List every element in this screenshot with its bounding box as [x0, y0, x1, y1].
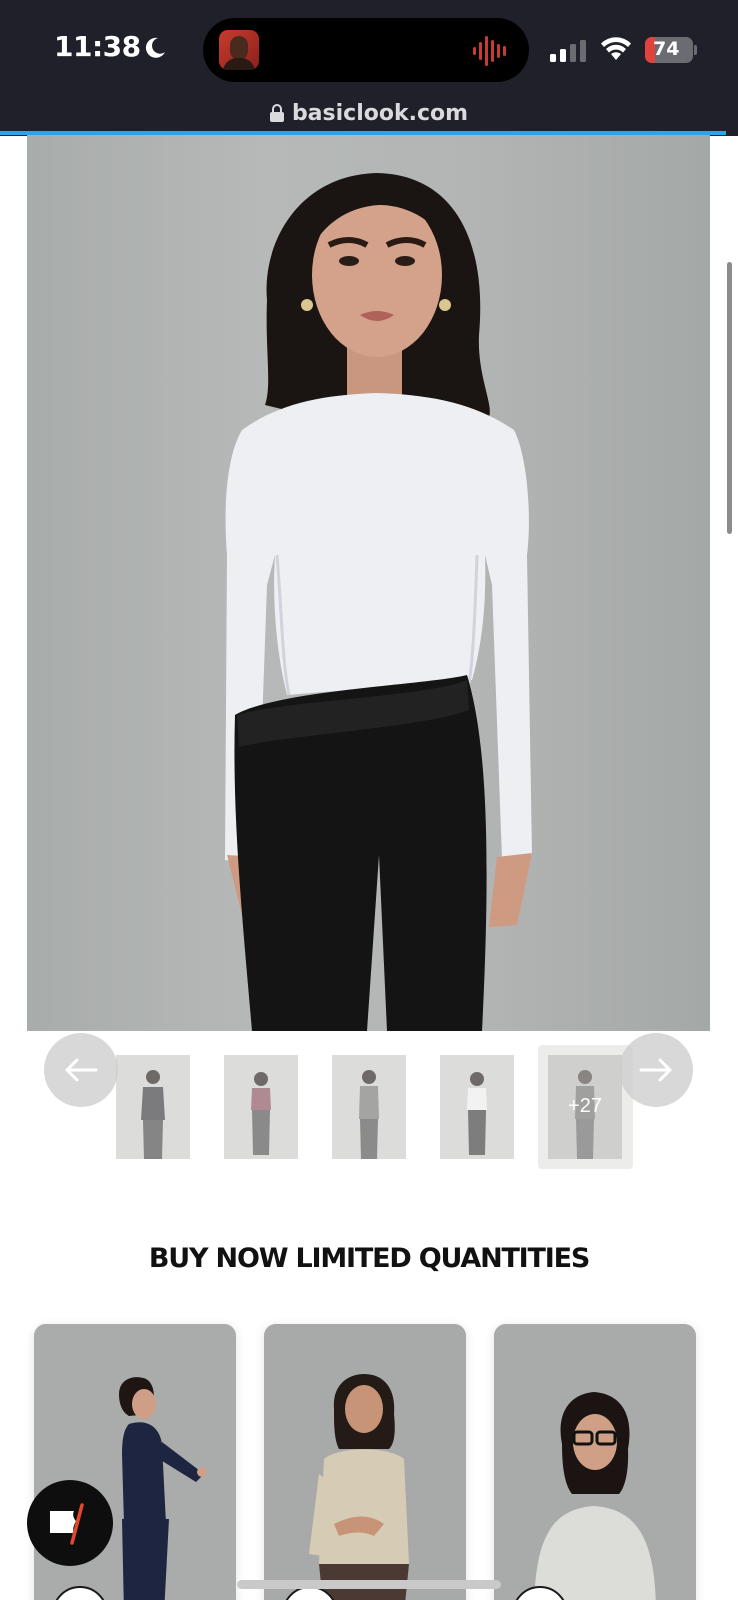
dynamic-island[interactable] — [203, 18, 529, 82]
address-bar[interactable]: basiclook.com — [0, 96, 738, 130]
thumbnail-1[interactable] — [116, 1055, 190, 1159]
section-title: BUY NOW LIMITED QUANTITIES — [148, 1243, 590, 1274]
product-image-2 — [264, 1324, 466, 1600]
url-text: basiclook.com — [291, 100, 469, 126]
chat-icon — [50, 1503, 84, 1545]
main-product-image[interactable] — [27, 135, 710, 1031]
status-time: 11:38 — [54, 30, 141, 63]
wifi-icon — [601, 37, 631, 60]
battery-level: 74 — [653, 38, 680, 60]
chat-button[interactable] — [27, 1480, 113, 1566]
more-images-count: +27 — [568, 1095, 602, 1117]
thumbnail-3[interactable] — [332, 1055, 406, 1159]
home-indicator[interactable] — [237, 1580, 501, 1589]
now-playing-artwork — [219, 30, 259, 70]
thumbnail-5-more[interactable]: +27 — [548, 1055, 622, 1159]
signal-icon — [550, 40, 586, 62]
status-bar: 11:38 74 basiclook.com — [0, 0, 738, 136]
thumbnail-4[interactable] — [440, 1055, 514, 1159]
previous-image-button[interactable] — [44, 1033, 118, 1107]
moon-icon — [145, 37, 165, 58]
arrow-right-icon — [639, 1058, 672, 1082]
lock-icon — [269, 104, 284, 122]
arrow-left-icon — [65, 1058, 98, 1082]
battery-icon: 74 — [645, 37, 697, 63]
audio-waveform-icon — [473, 36, 506, 66]
model-photo — [225, 173, 532, 1031]
next-image-button[interactable] — [619, 1033, 693, 1107]
product-card-3[interactable] — [494, 1324, 696, 1600]
product-card-2[interactable] — [264, 1324, 466, 1600]
product-image-3 — [494, 1324, 696, 1600]
thumbnail-2[interactable] — [224, 1055, 298, 1159]
scrollbar[interactable] — [727, 262, 732, 534]
